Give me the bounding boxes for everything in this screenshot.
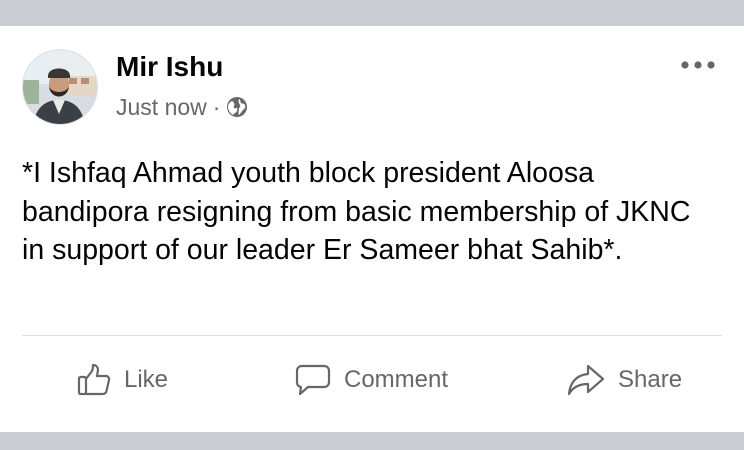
post-action-bar: Like Comment Share	[0, 358, 744, 402]
post-text: *I Ishfaq Ahmad youth block president Al…	[22, 157, 691, 266]
share-button[interactable]: Share	[566, 358, 682, 402]
meta-separator: ·	[212, 93, 221, 120]
post-meta: Just now ·	[116, 92, 248, 122]
author-avatar[interactable]	[22, 49, 98, 125]
speech-bubble-icon	[294, 362, 332, 398]
like-button[interactable]: Like	[76, 358, 168, 402]
more-options-icon[interactable]	[674, 52, 722, 78]
share-label: Share	[618, 366, 683, 393]
share-arrow-icon	[566, 362, 606, 398]
globe-icon[interactable]	[226, 96, 248, 118]
thumbs-up-icon	[76, 362, 112, 398]
author-name[interactable]: Mir Ishu	[116, 50, 223, 84]
comment-label: Comment	[344, 366, 449, 393]
post-card: Mir Ishu Just now · *I Ishfaq Ahmad yout…	[0, 26, 744, 432]
action-divider	[22, 335, 722, 336]
like-label: Like	[124, 366, 169, 393]
post-timestamp[interactable]: Just now	[116, 94, 207, 121]
comment-button[interactable]: Comment	[294, 358, 448, 402]
avatar-photo	[23, 50, 97, 124]
